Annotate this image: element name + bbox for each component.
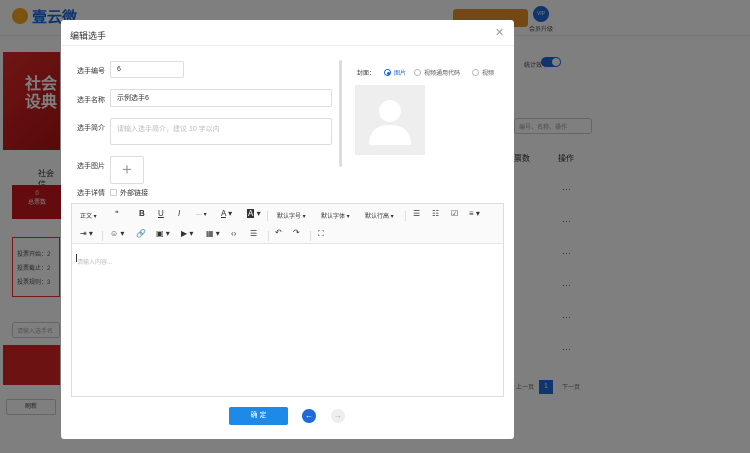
modal-header: 编辑选手 ✕ bbox=[61, 20, 514, 46]
scrollbar[interactable] bbox=[339, 60, 342, 167]
bg-color-icon: A bbox=[247, 209, 255, 218]
numbered-list-icon[interactable]: ☷ bbox=[432, 209, 439, 218]
line-height-label: 默认行高 bbox=[365, 214, 390, 220]
cover-option-image[interactable]: 图片 bbox=[384, 68, 406, 77]
avatar-placeholder-icon bbox=[369, 100, 411, 145]
close-icon[interactable]: ✕ bbox=[495, 26, 504, 39]
number-input[interactable]: 6 bbox=[110, 61, 184, 78]
indent-dropdown[interactable]: ⇥ ▾ bbox=[80, 229, 93, 238]
font-family-label: 默认字体 bbox=[321, 214, 346, 220]
radio-label: 视频 bbox=[482, 71, 495, 77]
toolbar-divider bbox=[268, 231, 269, 241]
modal-title: 编辑选手 bbox=[70, 31, 107, 41]
video-dropdown[interactable]: ▶ ▾ bbox=[181, 229, 193, 238]
editor-content[interactable]: 请输入内容... bbox=[77, 257, 112, 266]
fullscreen-icon[interactable]: ⛶ bbox=[318, 229, 324, 239]
radio-label: 视频通用代码 bbox=[424, 71, 461, 77]
cover-option-video-code[interactable]: 视频通用代码 bbox=[414, 68, 460, 77]
name-input[interactable]: 示例选手6 bbox=[110, 89, 332, 107]
detail-label: 选手详情 bbox=[77, 190, 105, 197]
redo-icon[interactable]: ↷ bbox=[293, 228, 300, 237]
more-dropdown[interactable]: ··· ▾ bbox=[196, 211, 207, 218]
external-link-checkbox[interactable] bbox=[110, 189, 117, 196]
external-link-label: 外部链接 bbox=[120, 190, 148, 197]
rich-text-editor: 正文 ▾ ❝ B U I ··· ▾ A ▾ A ▾ 默认字号 ▾ 默认字体 ▾… bbox=[71, 203, 504, 397]
arrow-right-icon[interactable]: → bbox=[331, 409, 345, 423]
paragraph-label: 正文 bbox=[80, 214, 93, 220]
intro-label: 选手简介 bbox=[77, 125, 105, 132]
todo-list-icon[interactable]: ☑ bbox=[451, 209, 458, 218]
more-label: ··· bbox=[196, 212, 202, 218]
undo-icon[interactable]: ↶ bbox=[275, 228, 282, 237]
code-icon[interactable]: ‹› bbox=[231, 229, 236, 238]
image-label: 选手图片 bbox=[77, 163, 105, 170]
font-size-label: 默认字号 bbox=[277, 214, 302, 220]
cover-option-video[interactable]: 视频 bbox=[472, 68, 494, 77]
editor-toolbar: 正文 ▾ ❝ B U I ··· ▾ A ▾ A ▾ 默认字号 ▾ 默认字体 ▾… bbox=[72, 204, 503, 244]
paragraph-dropdown[interactable]: 正文 ▾ bbox=[80, 211, 97, 220]
italic-button[interactable]: I bbox=[178, 209, 180, 218]
font-color-icon: A bbox=[221, 209, 226, 218]
radio-unselected bbox=[472, 69, 479, 76]
cover-image-placeholder[interactable] bbox=[355, 85, 425, 155]
radio-selected bbox=[384, 69, 391, 76]
radio-unselected bbox=[414, 69, 421, 76]
toolbar-divider bbox=[310, 231, 311, 241]
confirm-button[interactable]: 确 定 bbox=[229, 407, 288, 425]
emoji-dropdown[interactable]: ☺ ▾ bbox=[110, 229, 124, 238]
toolbar-divider bbox=[102, 231, 103, 241]
number-label: 选手编号 bbox=[77, 68, 105, 75]
radio-label: 图片 bbox=[394, 71, 407, 77]
edit-player-modal: 编辑选手 ✕ 选手编号 6 选手名称 示例选手6 选手简介 请输入选手简介，建议… bbox=[61, 20, 514, 439]
align-dropdown[interactable]: ≡ ▾ bbox=[469, 209, 480, 218]
underline-button[interactable]: U bbox=[158, 209, 164, 218]
bullet-list-icon[interactable]: ☰ bbox=[413, 209, 420, 218]
font-color-dropdown[interactable]: A ▾ bbox=[221, 209, 232, 218]
line-height-dropdown[interactable]: 默认行高 ▾ bbox=[365, 211, 394, 220]
quote-icon[interactable]: ❝ bbox=[115, 210, 119, 217]
name-label: 选手名称 bbox=[77, 97, 105, 104]
font-family-dropdown[interactable]: 默认字体 ▾ bbox=[321, 211, 350, 220]
font-size-dropdown[interactable]: 默认字号 ▾ bbox=[277, 211, 306, 220]
arrow-left-icon[interactable]: ← bbox=[302, 409, 316, 423]
image-upload-button[interactable]: + bbox=[110, 156, 144, 184]
intro-textarea[interactable]: 请输入选手简介，建议 10 字以内 bbox=[110, 118, 332, 145]
divider-icon[interactable]: ☰ bbox=[250, 229, 257, 238]
toolbar-divider bbox=[405, 211, 406, 221]
link-icon[interactable]: 🔗 bbox=[136, 229, 146, 238]
image-dropdown[interactable]: ▣ ▾ bbox=[156, 229, 170, 238]
toolbar-divider bbox=[267, 211, 268, 221]
bg-color-dropdown[interactable]: A ▾ bbox=[247, 209, 261, 218]
external-link-option[interactable]: 外部链接 bbox=[110, 188, 148, 198]
bold-button[interactable]: B bbox=[139, 209, 145, 218]
table-dropdown[interactable]: ▦ ▾ bbox=[206, 229, 220, 238]
cover-label: 封面： bbox=[357, 71, 376, 77]
